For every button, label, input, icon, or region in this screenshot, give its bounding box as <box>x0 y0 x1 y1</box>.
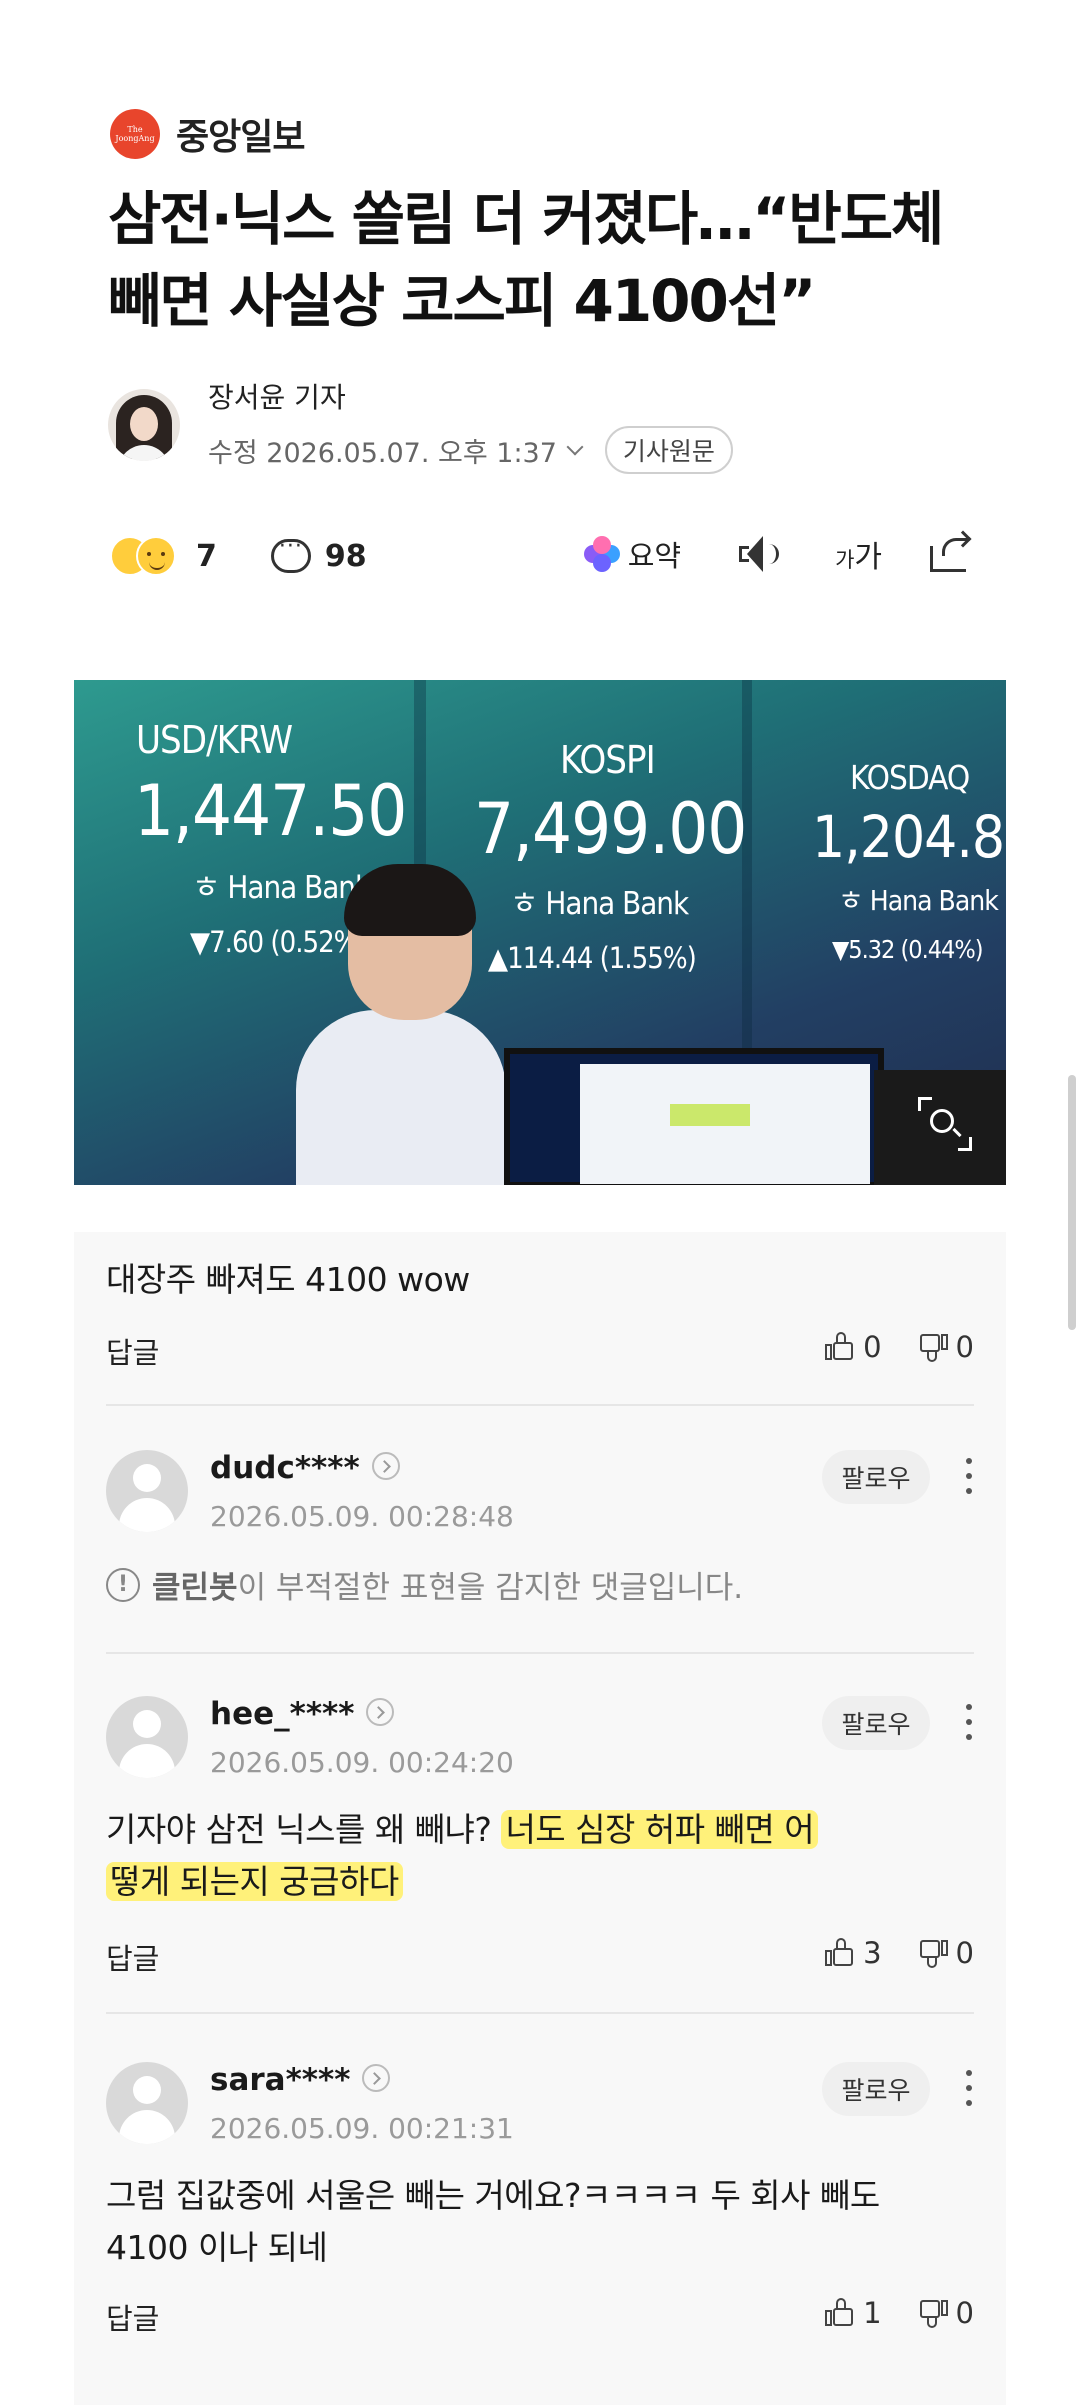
avatar[interactable] <box>106 2062 188 2144</box>
chevron-right-icon[interactable] <box>366 1697 395 1726</box>
avatar[interactable] <box>106 1696 188 1778</box>
comment-username[interactable]: hee_**** <box>210 1696 395 1732</box>
comment-date: 2026.05.09. 00:21:31 <box>210 2112 514 2145</box>
font-size-button[interactable]: 가가 <box>835 532 882 576</box>
comment-text: 대장주 빠져도 4100 wow <box>106 1260 470 1299</box>
thumbs-up-icon[interactable] <box>825 2298 855 2328</box>
speaker-icon[interactable] <box>739 534 783 574</box>
follow-button[interactable]: 팔로우 <box>822 1696 930 1750</box>
divider <box>106 1652 974 1654</box>
reporter-name[interactable]: 장서윤 기자 <box>208 376 733 416</box>
follow-button[interactable]: 팔로우 <box>822 2062 930 2116</box>
thumbs-down-icon[interactable] <box>918 2298 948 2328</box>
more-options-icon[interactable] <box>964 1458 974 1498</box>
article-headline: 삼전·닉스 쏠림 더 커졌다…“반도체 빼면 사실상 코스피 4100선” <box>108 185 944 335</box>
comment-username[interactable]: sara**** <box>210 2062 391 2098</box>
article-toolbar: 7 98 요약 가가 <box>110 530 972 592</box>
chevron-right-icon[interactable] <box>371 1451 400 1480</box>
reply-button[interactable]: 답글 <box>106 1936 159 1978</box>
chevron-right-icon[interactable] <box>362 2063 391 2092</box>
reporter-avatar[interactable] <box>108 389 180 461</box>
more-options-icon[interactable] <box>964 2070 974 2110</box>
scrollbar[interactable] <box>1068 1075 1076 1330</box>
divider <box>106 2012 974 2014</box>
dislike-count: 0 <box>955 2296 974 2330</box>
cleanbot-notice: ! 클린봇 이 부적절한 표현을 감지한 댓글입니다. <box>106 1562 974 1607</box>
comment-item: 대장주 빠져도 4100 wow 답글 0 0 <box>106 1254 974 1370</box>
article-photo[interactable]: USD/KRW 1,447.50 ㅎ Hana Bank ▼7.60 (0.52… <box>74 680 1006 1185</box>
comment-date: 2026.05.09. 00:28:48 <box>210 1500 514 1533</box>
divider <box>106 1404 974 1406</box>
photo-person <box>296 864 516 1185</box>
zoom-icon[interactable] <box>918 1097 972 1151</box>
ai-summary-icon[interactable] <box>583 536 620 572</box>
updated-timestamp: 수정 2026.05.07. 오후 1:37 <box>208 437 557 469</box>
follow-button[interactable]: 팔로우 <box>822 1450 930 1504</box>
info-icon: ! <box>106 1567 140 1602</box>
reply-button[interactable]: 답글 <box>106 1330 159 1372</box>
dislike-count: 0 <box>955 1330 974 1364</box>
publisher-header[interactable]: The JoongAng 중앙일보 <box>110 108 305 160</box>
comment-text: 그럼 집값중에 서울은 빼는 거에요?ㅋㅋㅋㅋ 두 회사 빼도 4100 이나 … <box>106 2176 880 2267</box>
publisher-name: 중앙일보 <box>176 117 305 158</box>
thumbs-down-icon[interactable] <box>918 1332 948 1362</box>
thumbs-up-icon[interactable] <box>825 1938 855 1968</box>
more-options-icon[interactable] <box>964 1704 974 1744</box>
comment-item: dudc**** 2026.05.09. 00:28:48 팔로우 ! 클린봇 이… <box>106 1450 974 1607</box>
reaction-count[interactable]: 7 <box>196 539 217 574</box>
like-count: 1 <box>863 2296 882 2330</box>
thumbs-down-icon[interactable] <box>918 1938 948 1968</box>
byline: 장서윤 기자 수정 2026.05.07. 오후 1:37 기사원문 <box>108 376 733 474</box>
thumbs-up-icon[interactable] <box>825 1332 855 1362</box>
comment-bubble-icon[interactable] <box>270 534 311 573</box>
comment-item: hee_**** 2026.05.09. 00:24:20 팔로우 기자야 삼전… <box>106 1696 974 1976</box>
comment-date: 2026.05.09. 00:24:20 <box>210 1746 514 1779</box>
ticker-kosdaq: KOSDAQ 1,204.85 ㅎ Hana Bank ▼5.32 (0.44%… <box>812 758 1006 964</box>
original-article-button[interactable]: 기사원문 <box>604 426 733 474</box>
photo-monitor <box>504 1048 884 1185</box>
comment-item: sara**** 2026.05.09. 00:21:31 팔로우 그럼 집값중… <box>106 2062 974 2336</box>
comment-username[interactable]: dudc**** <box>210 1450 400 1486</box>
comment-text: 기자야 삼전 닉스를 왜 빼냐? 너도 심장 허파 빼면 어 떻게 되는지 궁금하… <box>106 1804 974 1908</box>
comment-count[interactable]: 98 <box>325 539 367 574</box>
share-icon[interactable] <box>930 530 972 572</box>
like-count: 0 <box>863 1330 882 1364</box>
chevron-down-icon[interactable] <box>566 438 584 456</box>
avatar[interactable] <box>106 1450 188 1532</box>
comment-list: 대장주 빠져도 4100 wow 답글 0 0 dudc**** 2026.05… <box>74 1232 1006 2405</box>
reply-button[interactable]: 답글 <box>106 2296 159 2338</box>
publisher-logo-icon: The JoongAng <box>110 109 160 159</box>
dislike-count: 0 <box>955 1936 974 1970</box>
reaction-emoji-icon[interactable] <box>110 532 190 580</box>
summary-button[interactable]: 요약 <box>628 533 681 575</box>
like-count: 3 <box>863 1936 882 1970</box>
